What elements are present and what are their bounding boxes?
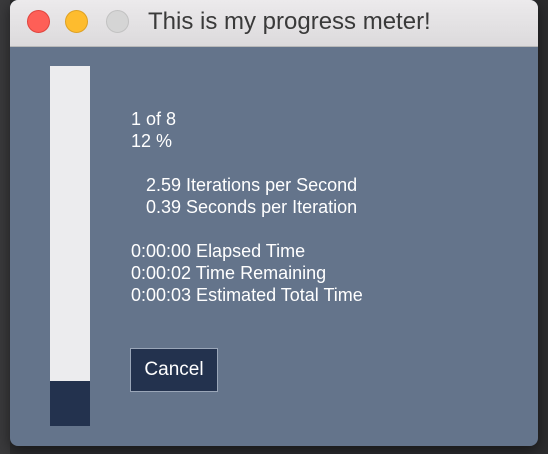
minimize-window-button[interactable] — [65, 10, 88, 33]
close-window-button[interactable] — [27, 10, 50, 33]
title-bar[interactable]: This is my progress meter! — [10, 0, 538, 47]
estimated-total-time: 0:00:03 Estimated Total Time — [131, 285, 363, 305]
time-remaining: 0:00:02 Time Remaining — [131, 263, 327, 283]
seconds-per-iteration: 0.39 Seconds per Iteration — [131, 197, 358, 217]
progress-bar — [50, 66, 90, 426]
zoom-window-button[interactable] — [106, 10, 129, 33]
elapsed-time: 0:00:00 Elapsed Time — [131, 241, 306, 261]
window-title: This is my progress meter! — [148, 8, 431, 35]
progress-percent: 12 % — [131, 131, 173, 151]
cancel-button[interactable]: Cancel — [130, 348, 218, 392]
background-window — [0, 0, 10, 454]
progress-bar-fill — [50, 381, 90, 426]
iterations-per-second: 2.59 Iterations per Second — [131, 175, 358, 195]
progress-count: 1 of 8 — [131, 109, 177, 129]
progress-window: This is my progress meter! 1 of 8 12 % 2… — [10, 0, 538, 446]
